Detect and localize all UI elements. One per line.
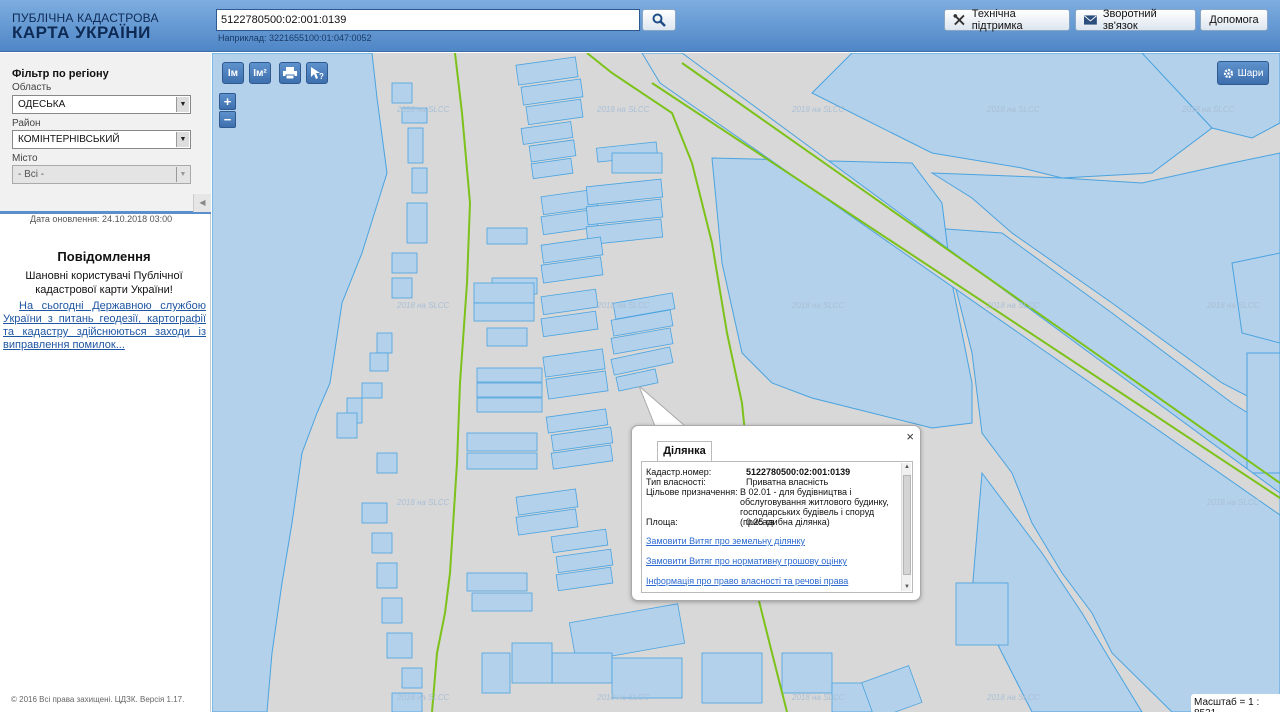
watermark: 2018 на SLCC — [397, 498, 450, 507]
header-bar: ПУБЛІЧНА КАДАСТРОВА КАРТА УКРАЇНИ Наприк… — [0, 0, 1280, 52]
popup-scrollbar[interactable]: ▲ ▼ — [901, 463, 911, 591]
search-icon — [652, 13, 666, 27]
map-scale: Масштаб = 1 : 8531 — [1191, 694, 1280, 712]
search-example-hint: Наприклад: 3221655100:01:047:0052 — [218, 33, 372, 43]
chevron-up-icon[interactable]: ▲ — [902, 464, 912, 470]
field-key: Тип власності: — [646, 477, 706, 487]
ruler-icon: Iм — [227, 67, 239, 79]
notice-link[interactable]: На сьогодні Державною службою України з … — [3, 300, 206, 352]
zoom-in-button[interactable]: + — [219, 93, 236, 110]
watermark: 2018 на SLCC — [987, 693, 1040, 702]
print-tool[interactable] — [279, 62, 301, 84]
oblast-value: ОДЕСЬКА — [18, 99, 66, 110]
watermark: 2018 на SLCC — [1207, 498, 1260, 507]
order-land-extract-link[interactable]: Замовити Витяг про земельну ділянку — [646, 536, 805, 546]
envelope-icon — [1084, 15, 1097, 25]
update-date: Дата оновлення: 24.10.2018 03:00 — [30, 214, 173, 224]
parcel-info-popup: × Ділянка Кадастр.номер: 5122780500:02:0… — [631, 425, 921, 601]
misto-select[interactable]: - Всі - ▼ — [12, 165, 191, 184]
sidebar: Фільтр по регіону Область ОДЕСЬКА ▼ Райо… — [0, 53, 211, 712]
scrollbar-thumb[interactable] — [903, 475, 911, 575]
misto-label: Місто — [12, 153, 38, 164]
map-canvas[interactable] — [212, 53, 1280, 712]
field-value: Приватна власність — [746, 477, 829, 487]
notice-greeting: Шановні користувачі Публічної кадастрово… — [25, 270, 183, 296]
tab-parcel[interactable]: Ділянка — [657, 441, 712, 462]
feedback-label: Зворотний зв'язок — [1102, 8, 1157, 32]
feedback-button[interactable]: Зворотний зв'язок — [1075, 8, 1196, 32]
filter-title: Фільтр по регіону — [12, 68, 109, 80]
ownership-rights-link[interactable]: Інформація про право власності та речові… — [646, 576, 848, 586]
chevron-down-icon: ▼ — [176, 167, 189, 182]
layers-label: Шари — [1237, 67, 1264, 79]
field-key: Площа: — [646, 517, 678, 527]
area-icon: Iм² — [253, 67, 267, 79]
raion-value: КОМІНТЕРНІВСЬКИЙ — [18, 134, 120, 145]
technical-support-button[interactable]: Технічна підтримка — [944, 8, 1070, 32]
watermark: 2018 на SLCC — [792, 693, 845, 702]
popup-pointer — [638, 386, 687, 427]
copyright: © 2016 Всі права захищені. ЦДЗК. Версія … — [11, 695, 185, 704]
measure-area-tool[interactable]: Iм² — [249, 62, 271, 84]
misto-value: - Всі - — [18, 169, 45, 180]
popup-body: Кадастр.номер: 5122780500:02:001:0139 Ти… — [641, 461, 913, 593]
layers-button[interactable]: Шари — [1217, 61, 1269, 85]
watermark: 2018 на SLCC — [397, 693, 450, 702]
zoom-out-button[interactable]: − — [219, 111, 236, 128]
watermark: 2018 на SLCC — [792, 301, 845, 310]
cadastral-map[interactable]: 2018 на SLCC 2018 на SLCC 2018 на SLCC 2… — [212, 53, 1280, 712]
help-label: Допомога — [1209, 14, 1259, 26]
watermark: 2018 на SLCC — [597, 105, 650, 114]
watermark: 2018 на SLCC — [792, 105, 845, 114]
order-valuation-extract-link[interactable]: Замовити Витяг про нормативну грошову оц… — [646, 556, 847, 566]
watermark: 2018 на SLCC — [397, 301, 450, 310]
tools-icon — [953, 14, 965, 26]
identify-tool[interactable]: ? — [306, 62, 328, 84]
close-icon[interactable]: × — [906, 429, 914, 444]
oblast-label: Область — [12, 82, 52, 93]
raion-select[interactable]: КОМІНТЕРНІВСЬКИЙ ▼ — [12, 130, 191, 149]
field-value: 0.25 га — [746, 517, 775, 527]
logo-line2: КАРТА УКРАЇНИ — [12, 23, 151, 42]
watermark: 2018 на SLCC — [987, 301, 1040, 310]
technical-support-label: Технічна підтримка — [971, 8, 1023, 32]
field-key: Кадастр.номер: — [646, 467, 712, 477]
collapse-sidebar-button[interactable]: ◀ — [193, 194, 211, 212]
chevron-down-icon[interactable]: ▼ — [902, 584, 912, 590]
svg-text:?: ? — [319, 72, 324, 80]
watermark: 2018 на SLCC — [1182, 105, 1235, 114]
gear-icon — [1223, 68, 1233, 78]
watermark: 2018 на SLCC — [397, 105, 450, 114]
watermark: 2018 на SLCC — [1207, 301, 1260, 310]
chevron-down-icon: ▼ — [176, 97, 189, 112]
watermark: 2018 на SLCC — [987, 105, 1040, 114]
cadastral-search-input[interactable] — [216, 9, 640, 31]
oblast-select[interactable]: ОДЕСЬКА ▼ — [12, 95, 191, 114]
cursor-help-icon: ? — [311, 67, 324, 80]
help-button[interactable]: Допомога — [1200, 9, 1268, 31]
region-filter-panel: Фільтр по регіону Область ОДЕСЬКА ▼ Райо… — [0, 53, 211, 214]
printer-icon — [283, 67, 297, 79]
app-logo[interactable]: ПУБЛІЧНА КАДАСТРОВА КАРТА УКРАЇНИ — [12, 11, 159, 41]
chevron-down-icon: ▼ — [176, 132, 189, 147]
notice-title: Повідомлення — [57, 249, 151, 264]
watermark: 2018 на SLCC — [597, 301, 650, 310]
field-key: Цільове призначення: — [646, 487, 738, 497]
watermark: 2018 на SLCC — [597, 693, 650, 702]
raion-label: Район — [12, 118, 41, 129]
field-value: 5122780500:02:001:0139 — [746, 467, 851, 477]
measure-distance-tool[interactable]: Iм — [222, 62, 244, 84]
search-button[interactable] — [642, 9, 676, 31]
